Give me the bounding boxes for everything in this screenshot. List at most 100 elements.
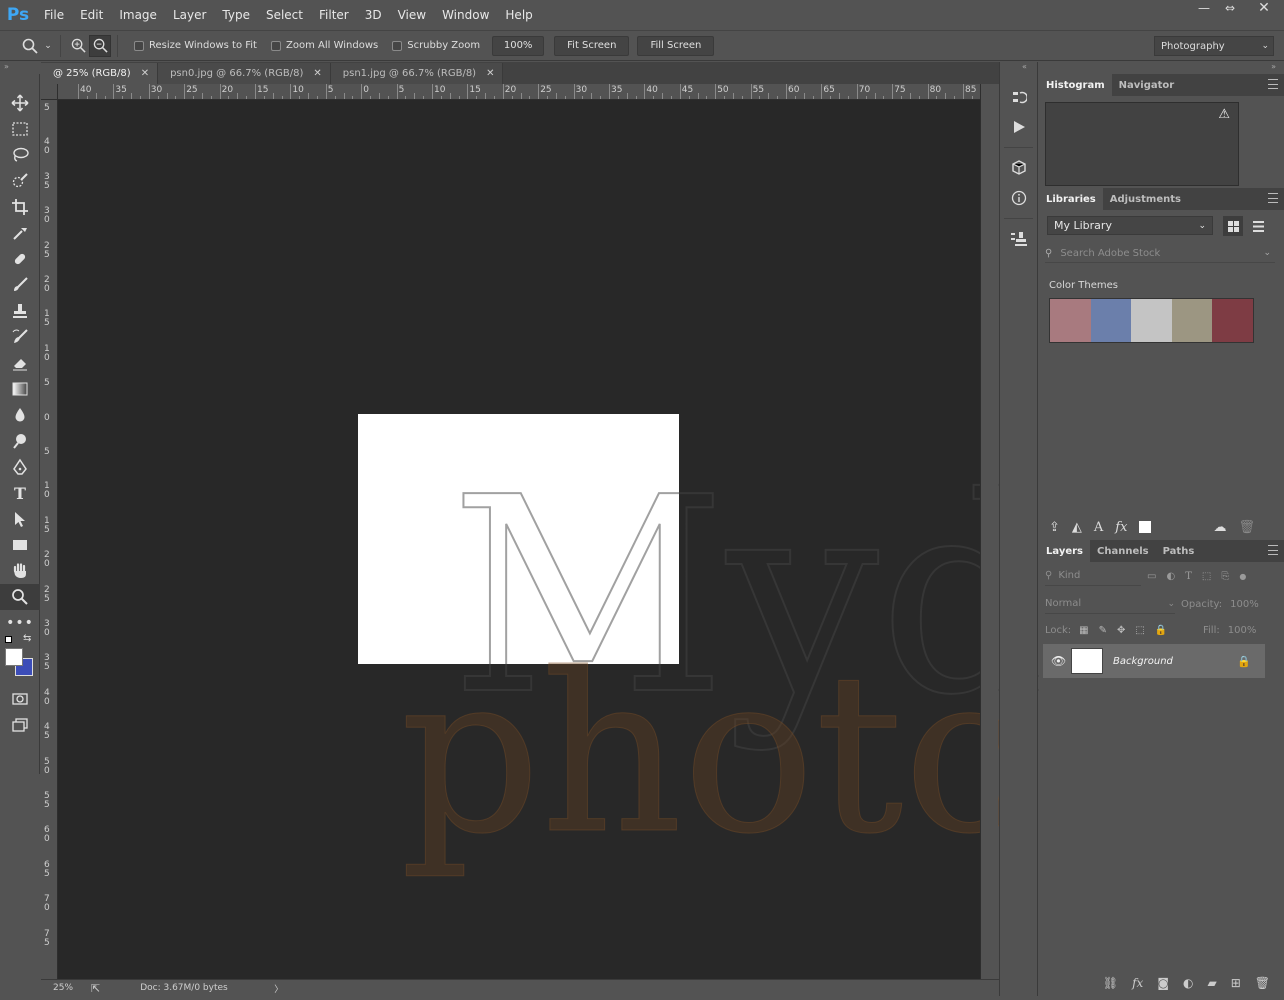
resize-windows-checkbox[interactable]: Resize Windows to Fit	[134, 40, 257, 51]
minimize-button[interactable]: —	[1192, 0, 1216, 18]
tab-navigator[interactable]: Navigator	[1112, 74, 1182, 96]
add-character-style-icon[interactable]: A	[1094, 520, 1103, 535]
lock-transparent-icon[interactable]: ▦	[1079, 625, 1088, 636]
scrubby-zoom-checkbox[interactable]: Scrubby Zoom	[392, 40, 480, 51]
dodge-tool-icon[interactable]	[0, 428, 40, 454]
layer-filter-select[interactable]: ⚲ Kind	[1045, 566, 1141, 586]
swatch-1[interactable]	[1050, 299, 1091, 342]
menu-select[interactable]: Select	[258, 0, 311, 30]
workspace-select[interactable]: Photography ⌄	[1154, 36, 1274, 56]
collapse-panel-icon[interactable]: »	[1039, 62, 1284, 74]
3d-icon[interactable]	[1000, 153, 1038, 183]
chevron-down-icon[interactable]: ⌄	[1263, 248, 1271, 258]
chevron-down-icon[interactable]: ⌄	[42, 35, 54, 57]
share-icon[interactable]: ⇱	[91, 982, 100, 995]
move-tool-icon[interactable]	[0, 90, 40, 116]
ruler-origin[interactable]	[41, 84, 58, 100]
close-tab-icon[interactable]: ✕	[313, 68, 321, 79]
close-tab-icon[interactable]: ✕	[486, 68, 494, 79]
menu-layer[interactable]: Layer	[165, 0, 214, 30]
lock-artboard-icon[interactable]: ⬚	[1135, 625, 1144, 636]
filter-toggle-icon[interactable]: ●	[1239, 572, 1246, 581]
marquee-tool-icon[interactable]	[0, 116, 40, 142]
tab-psn0[interactable]: psn0.jpg @ 66.7% (RGB/8) ✕	[158, 63, 331, 84]
pen-tool-icon[interactable]	[0, 454, 40, 480]
tab-libraries[interactable]: Libraries	[1039, 188, 1103, 210]
clone-stamp-tool-icon[interactable]	[0, 298, 40, 324]
new-layer-icon[interactable]: ⊞	[1231, 976, 1241, 990]
swatch-2[interactable]	[1090, 299, 1132, 342]
clone-source-icon[interactable]	[1000, 224, 1038, 254]
lock-all-icon[interactable]: 🔒	[1155, 625, 1167, 636]
add-mask-icon[interactable]: ◙	[1157, 976, 1169, 990]
new-group-icon[interactable]: ▰	[1207, 976, 1216, 990]
hand-tool-icon[interactable]	[0, 558, 40, 584]
trash-icon[interactable]: 🗑	[1238, 520, 1255, 535]
panel-menu-icon[interactable]	[1268, 545, 1278, 555]
upload-icon[interactable]: ⇪	[1049, 520, 1060, 535]
layer-row[interactable]: 👁 Background 🔒	[1043, 644, 1265, 678]
search-stock-field[interactable]: ⚲ Search Adobe Stock ⌄	[1045, 244, 1275, 263]
blur-tool-icon[interactable]	[0, 402, 40, 428]
tab-psn1[interactable]: psn1.jpg @ 66.7% (RGB/8) ✕	[330, 63, 504, 84]
foreground-color-swatch[interactable]	[5, 648, 23, 666]
fill-value[interactable]: 100%	[1228, 625, 1257, 636]
quick-selection-tool-icon[interactable]	[0, 168, 40, 194]
opacity-value[interactable]: 100%	[1230, 599, 1259, 610]
filter-shape-icon[interactable]: ⬚	[1202, 571, 1211, 582]
tab-untitled[interactable]: @ 25% (RGB/8) ✕	[41, 63, 159, 84]
toolbar-collapse-icon[interactable]: »	[0, 62, 40, 74]
panel-menu-icon[interactable]	[1268, 79, 1278, 89]
grid-view-icon[interactable]	[1223, 216, 1243, 236]
eraser-tool-icon[interactable]	[0, 350, 40, 376]
menu-image[interactable]: Image	[111, 0, 165, 30]
screen-mode-icon[interactable]	[0, 712, 40, 738]
zoom-out-icon[interactable]	[89, 34, 111, 57]
filter-adjustment-icon[interactable]: ◐	[1166, 571, 1175, 582]
menu-view[interactable]: View	[390, 0, 434, 30]
filter-pixel-icon[interactable]: ▭	[1147, 571, 1156, 582]
add-graphic-icon[interactable]: ◭	[1072, 520, 1082, 535]
quick-mask-icon[interactable]	[0, 686, 40, 712]
tab-adjustments[interactable]: Adjustments	[1103, 188, 1188, 210]
zoom-100-button[interactable]: 100%	[492, 35, 545, 56]
filter-smart-object-icon[interactable]: ⎘	[1221, 571, 1229, 582]
tab-paths[interactable]: Paths	[1156, 540, 1202, 562]
layer-style-icon[interactable]: fx	[1132, 976, 1143, 990]
fill-screen-button[interactable]: Fill Screen	[637, 35, 715, 56]
list-view-icon[interactable]	[1248, 216, 1268, 236]
more-tools-icon[interactable]: •••	[0, 610, 40, 636]
menu-filter[interactable]: Filter	[311, 0, 357, 30]
tab-histogram[interactable]: Histogram	[1039, 74, 1112, 96]
default-colors-icon[interactable]	[5, 636, 12, 643]
link-layers-icon[interactable]: ⛓	[1103, 976, 1118, 990]
crop-tool-icon[interactable]	[0, 194, 40, 220]
library-select[interactable]: My Library ⌄	[1047, 216, 1213, 235]
restore-button[interactable]: ⇔	[1218, 0, 1242, 18]
creative-cloud-icon[interactable]: ☁	[1213, 520, 1226, 535]
menu-window[interactable]: Window	[434, 0, 497, 30]
delete-layer-icon[interactable]: 🗑	[1255, 976, 1270, 990]
close-button[interactable]: ✕	[1244, 0, 1284, 18]
canvas-area[interactable]	[58, 100, 980, 979]
menu-file[interactable]: File	[36, 0, 72, 30]
color-theme[interactable]	[1049, 298, 1254, 343]
lock-icon[interactable]: 🔒	[1237, 655, 1251, 668]
visibility-eye-icon[interactable]: 👁	[1051, 654, 1066, 668]
warning-icon[interactable]: ⚠	[1218, 107, 1230, 122]
vertical-ruler[interactable]: 5 4 0 3 5 3 0 2 5 2 0 1 5 1 0 5 0 5 1 0 1 5 2 0 2 5 3 0…	[41, 100, 58, 979]
filter-type-icon[interactable]: T	[1185, 571, 1192, 582]
rectangle-tool-icon[interactable]	[0, 532, 40, 558]
vertical-scrollbar[interactable]	[980, 84, 998, 979]
swatch-5[interactable]	[1212, 299, 1253, 342]
zoom-tool-icon[interactable]	[0, 584, 40, 610]
expand-panels-icon[interactable]: «	[1000, 62, 1037, 74]
swatch-3[interactable]	[1131, 299, 1172, 342]
info-icon[interactable]	[1000, 183, 1038, 213]
close-tab-icon[interactable]: ✕	[141, 68, 149, 79]
history-brush-tool-icon[interactable]	[0, 324, 40, 350]
blend-mode-select[interactable]: Normal ⌄	[1045, 594, 1175, 614]
history-icon[interactable]	[1000, 82, 1038, 112]
menu-3d[interactable]: 3D	[357, 0, 390, 30]
menu-edit[interactable]: Edit	[72, 0, 111, 30]
